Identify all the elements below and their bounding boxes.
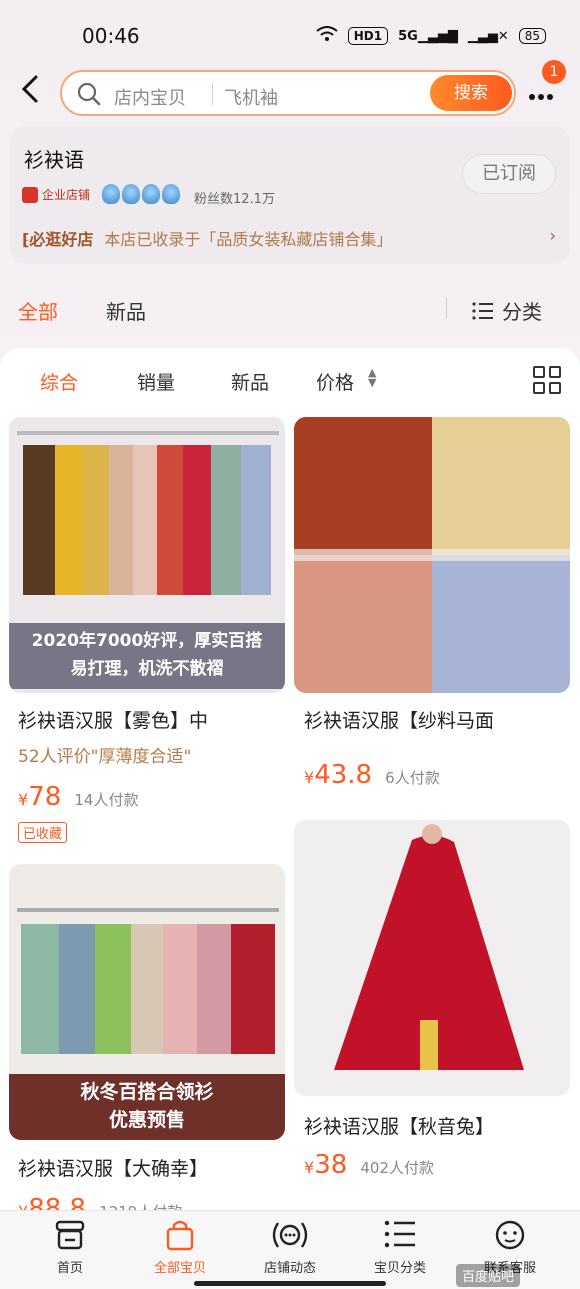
- tab-category[interactable]: 分类: [472, 296, 542, 325]
- more-menu-button[interactable]: [528, 82, 554, 107]
- status-time: 00:46: [82, 24, 140, 48]
- price-symbol: ¥: [18, 790, 29, 809]
- caption-line: 优惠预售: [108, 1109, 185, 1131]
- product-price-row: ¥43.8 6人付款: [304, 760, 440, 790]
- crown-icon: [122, 184, 140, 204]
- product-paid-count: 402人付款: [360, 1159, 435, 1177]
- must-visit-label-text: 必逛好店: [29, 230, 94, 249]
- sort-price[interactable]: 价格: [316, 368, 354, 395]
- nav-dynamics[interactable]: 店铺动态: [240, 1219, 340, 1276]
- fans-count: 粉丝数12.1万: [194, 192, 275, 207]
- search-bar[interactable]: 店内宝贝 飞机袖 搜索: [60, 70, 516, 116]
- crown-icon: [162, 184, 180, 204]
- product-title[interactable]: 衫袂语汉服【雾色】中: [18, 706, 280, 733]
- product-price-row: ¥38 402人付款: [304, 1150, 434, 1180]
- nav-all-items[interactable]: 全部宝贝: [130, 1219, 230, 1276]
- sort-arrows-icon[interactable]: ▲ ▼: [368, 367, 376, 388]
- product-panel: 综合 销量 新品 价格 ▲ ▼ 2020年7000好评，厚实百搭 易打理，机洗不散…: [0, 348, 580, 1289]
- battery-icon: 85: [518, 28, 546, 44]
- must-visit-label: ⁅必逛好店: [22, 230, 94, 249]
- fabric-photo: [294, 417, 570, 693]
- product-title[interactable]: 衫袂语汉服【大确幸】: [18, 1154, 280, 1181]
- store-level-crowns: [102, 184, 180, 204]
- back-arrow-icon: [21, 75, 38, 103]
- nav-all-items-label: 全部宝贝: [153, 1261, 206, 1276]
- product-review: 52人评价"厚薄度合适": [18, 747, 192, 767]
- signal-icon: ▁▃▅✕: [467, 28, 509, 44]
- product-image[interactable]: 2020年7000好评，厚实百搭 易打理，机洗不散褶: [9, 417, 285, 693]
- price-symbol: ¥: [304, 1158, 315, 1177]
- search-divider: [212, 83, 213, 105]
- store-name: 衫袂语: [24, 148, 84, 172]
- storefront-icon: [20, 1219, 120, 1253]
- price-value: 43.8: [314, 760, 373, 790]
- nav-dynamics-label: 店铺动态: [263, 1261, 316, 1276]
- nav-home[interactable]: 首页: [20, 1219, 120, 1276]
- red-cape-photo: [294, 820, 570, 1096]
- enterprise-icon: [22, 186, 38, 203]
- sort-general[interactable]: 综合: [40, 368, 78, 395]
- product-image[interactable]: [294, 417, 570, 693]
- sort-new[interactable]: 新品: [231, 368, 269, 395]
- chevron-right-icon[interactable]: ›: [550, 226, 556, 245]
- caption-line: 秋冬百搭合领衫: [80, 1081, 214, 1103]
- search-input[interactable]: 店内宝贝: [114, 84, 186, 110]
- tab-category-label: 分类: [502, 300, 542, 324]
- price-value: 38: [314, 1150, 348, 1180]
- wifi-icon: [316, 26, 338, 46]
- signal-5g-icon: 5G▁▃▅▇: [398, 28, 458, 44]
- grid-view-icon[interactable]: [533, 366, 561, 394]
- product-image[interactable]: 秋冬百搭合领衫 优惠预售: [9, 864, 285, 1140]
- enterprise-badge: 企业店铺: [22, 186, 90, 203]
- product-image-caption: 2020年7000好评，厚实百搭 易打理，机洗不散褶: [9, 623, 285, 689]
- tab-new[interactable]: 新品: [106, 296, 146, 325]
- favorited-tag: 已收藏: [18, 822, 68, 843]
- chat-face-icon: [460, 1219, 560, 1253]
- crown-icon: [142, 184, 160, 204]
- tab-all[interactable]: 全部: [18, 296, 58, 325]
- crown-icon: [102, 184, 120, 204]
- list-icon: [472, 301, 493, 320]
- must-visit-text: 本店已收录于「品质女装私藏店铺合集」: [104, 230, 393, 249]
- tab-divider: [446, 298, 447, 318]
- back-button[interactable]: [18, 74, 48, 110]
- broadcast-icon: [240, 1219, 340, 1253]
- search-hint[interactable]: 飞机袖: [224, 84, 278, 110]
- search-button[interactable]: 搜索: [430, 75, 512, 111]
- price-value: 78: [28, 782, 62, 812]
- nav-home-label: 首页: [56, 1261, 83, 1276]
- home-indicator[interactable]: [194, 1281, 386, 1286]
- product-paid-count: 6人付款: [385, 769, 440, 787]
- status-icons: HD1 5G▁▃▅▇ ▁▃▅✕ 85: [316, 26, 546, 46]
- must-visit-row[interactable]: ⁅必逛好店 本店已收录于「品质女装私藏店铺合集」: [22, 226, 392, 250]
- product-title[interactable]: 衫袂语汉服【秋音兔】: [304, 1112, 566, 1139]
- list-icon: [350, 1219, 450, 1253]
- product-price-row: ¥78 14人付款: [18, 782, 138, 812]
- more-dots-icon: [529, 94, 553, 100]
- shopping-bag-icon: [130, 1219, 230, 1253]
- caption-line: 2020年7000好评，厚实百搭: [31, 631, 263, 651]
- product-title[interactable]: 衫袂语汉服【纱料马面: [304, 706, 566, 733]
- subscribe-button[interactable]: 已订阅: [462, 154, 556, 194]
- product-price: ¥43.8: [304, 760, 372, 790]
- sort-sales[interactable]: 销量: [137, 368, 175, 395]
- hd-icon: HD1: [347, 27, 389, 45]
- product-image-caption: 秋冬百搭合领衫 优惠预售: [9, 1074, 285, 1140]
- store-card: 衫袂语 已订阅 企业店铺 粉丝数12.1万 ⁅必逛好店 本店已收录于「品质女装私…: [10, 126, 570, 264]
- price-symbol: ¥: [304, 768, 315, 787]
- notification-badge: 1: [542, 60, 566, 84]
- network-label: 5G: [398, 28, 418, 44]
- search-icon: [77, 82, 101, 106]
- caption-line: 易打理，机洗不散褶: [70, 659, 224, 679]
- product-price: ¥78: [18, 782, 61, 812]
- watermark: 百度贴吧: [456, 1264, 521, 1287]
- enterprise-label: 企业店铺: [42, 188, 91, 202]
- product-image[interactable]: [294, 820, 570, 1096]
- nav-categories[interactable]: 宝贝分类: [350, 1219, 450, 1276]
- product-price: ¥38: [304, 1150, 347, 1180]
- product-paid-count: 14人付款: [74, 791, 139, 809]
- nav-categories-label: 宝贝分类: [373, 1261, 426, 1276]
